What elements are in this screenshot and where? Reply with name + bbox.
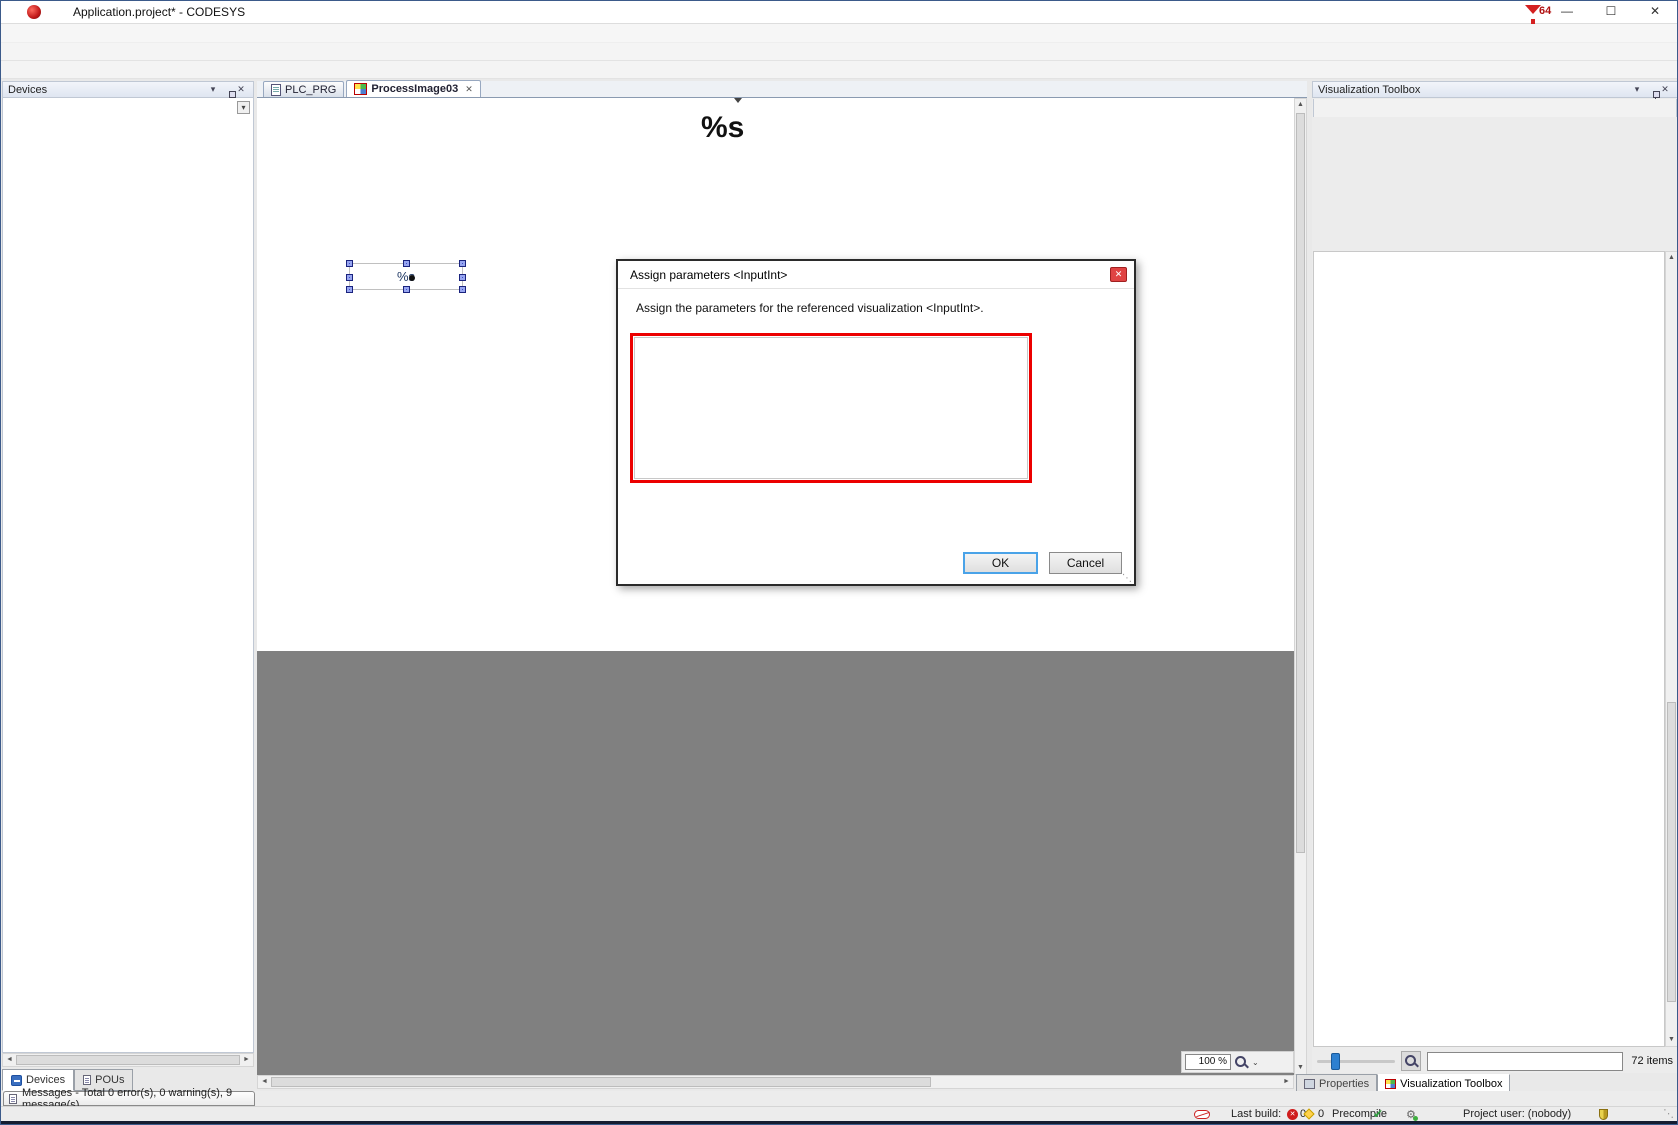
editor-zoom-control: 100 % ⌄: [1181, 1051, 1294, 1073]
close-button[interactable]: ✕: [1633, 1, 1677, 24]
panel-close-icon[interactable]: ✕: [1658, 84, 1672, 95]
editor-horizontal-scrollbar[interactable]: ◄ ►: [257, 1075, 1294, 1089]
ok-button[interactable]: OK: [963, 552, 1038, 574]
search-button[interactable]: [1401, 1051, 1421, 1071]
properties-tab-icon: [1304, 1079, 1315, 1089]
dialog-description: Assign the parameters for the referenced…: [636, 301, 984, 315]
scroll-right-icon[interactable]: ►: [1280, 1076, 1293, 1088]
last-build-label: Last build:: [1231, 1108, 1281, 1120]
resize-handle-nw[interactable]: [346, 260, 353, 267]
toolbox-panel-header: Visualization Toolbox ▾ ✕: [1312, 81, 1678, 98]
element-center-marker: [409, 275, 415, 281]
items-count: 72 items: [1629, 1055, 1673, 1067]
scrollbar-thumb[interactable]: [16, 1055, 240, 1065]
zoom-magnifier-icon[interactable]: [1234, 1055, 1249, 1070]
assign-parameters-dialog: Assign parameters <InputInt> ✕ Assign th…: [616, 259, 1136, 586]
devices-panel-header: Devices ▾ ✕: [2, 81, 254, 98]
codesys-logo-icon: [27, 5, 41, 19]
window-resize-grip[interactable]: ⋱: [1663, 1107, 1674, 1120]
annotation-rectangle-table: [630, 333, 1032, 483]
slider-handle[interactable]: [1331, 1053, 1340, 1070]
panel-close-icon[interactable]: ✕: [234, 84, 248, 95]
resize-handle-se[interactable]: [459, 286, 466, 293]
visualization-toolbox-tab-icon: [1385, 1079, 1396, 1089]
scrollbar-thumb[interactable]: [1296, 113, 1305, 853]
messages-panel-tab[interactable]: Messages - Total 0 error(s), 0 warning(s…: [3, 1091, 255, 1106]
scroll-right-icon[interactable]: ►: [240, 1054, 253, 1066]
resize-handle-w[interactable]: [346, 274, 353, 281]
scroll-down-icon[interactable]: ▼: [1295, 1062, 1306, 1074]
minimize-button[interactable]: —: [1545, 1, 1589, 24]
scroll-up-icon[interactable]: ▲: [1666, 252, 1677, 264]
scrollbar-thumb[interactable]: [271, 1077, 931, 1087]
search-icon: [1404, 1054, 1419, 1069]
zoom-value[interactable]: 100 %: [1185, 1054, 1231, 1070]
parameters-table: [634, 337, 1028, 479]
device-combo-chevron-icon[interactable]: ▾: [237, 101, 250, 114]
dialog-resize-grip[interactable]: ⋱: [1122, 573, 1132, 584]
codesys-window: Application.project* - CODESYS 64 — ☐ ✕ …: [0, 0, 1678, 1125]
devices-tab-icon: [11, 1075, 22, 1086]
bottom-edge-strip: [1, 1121, 1677, 1125]
window-title: Application.project* - CODESYS: [73, 5, 245, 19]
status-bar: Last build: ✕ 0 0 Precompile ✔ ⚙ Project…: [1, 1106, 1677, 1121]
visualization-icon: [354, 83, 367, 95]
visualization-toolbar: [1, 61, 1677, 79]
devices-tree: ▾: [2, 98, 254, 1053]
precompile-ok-icon: ✔: [1373, 1107, 1383, 1121]
toolbox-items-grid: [1313, 251, 1665, 1047]
resize-handle-sw[interactable]: [346, 286, 353, 293]
scroll-left-icon[interactable]: ◄: [258, 1076, 271, 1088]
editor-tab-bar: PLC_PRG ProcessImage03 ✕: [257, 81, 1307, 98]
dialog-close-icon[interactable]: ✕: [1110, 267, 1127, 282]
tab-processimage03[interactable]: ProcessImage03 ✕: [346, 80, 480, 97]
menu-bar: [1, 24, 1677, 43]
security-shield-icon: [1599, 1109, 1608, 1120]
zoom-chevron-icon[interactable]: ⌄: [1252, 1058, 1259, 1067]
project-user: Project user: (nobody): [1463, 1108, 1571, 1120]
resize-handle-e[interactable]: [459, 274, 466, 281]
main-toolbar: [1, 43, 1677, 61]
selected-visualization-element[interactable]: %s: [349, 263, 463, 290]
dialog-title: Assign parameters <InputInt>: [618, 261, 1134, 289]
tab-close-icon[interactable]: ✕: [465, 84, 473, 95]
cancel-button[interactable]: Cancel: [1049, 552, 1122, 574]
cloud-offline-icon: [1194, 1110, 1210, 1119]
error-icon: ✕: [1287, 1109, 1298, 1120]
devices-panel-title: Devices: [8, 84, 47, 96]
visualization-title-text: %s: [701, 111, 744, 145]
toolbox-toolbar: [1313, 99, 1677, 117]
toolbox-vertical-scrollbar[interactable]: ▲ ▼: [1665, 251, 1678, 1047]
resize-handle-ne[interactable]: [459, 260, 466, 267]
maximize-button[interactable]: ☐: [1589, 1, 1633, 24]
panel-menu-chevron-icon[interactable]: ▾: [206, 84, 220, 95]
title-bar: Application.project* - CODESYS 64 — ☐ ✕: [1, 1, 1677, 24]
warning-count: 0: [1318, 1108, 1324, 1120]
icon-size-slider[interactable]: [1317, 1060, 1395, 1063]
compile-gear-icon: ⚙: [1406, 1108, 1416, 1121]
scroll-left-icon[interactable]: ◄: [3, 1054, 16, 1066]
editor-vertical-scrollbar[interactable]: ▲ ▼: [1294, 98, 1307, 1075]
messages-icon: [9, 1094, 17, 1104]
bottom-dock-row: Messages - Total 0 error(s), 0 warning(s…: [1, 1091, 1677, 1106]
devices-horizontal-scrollbar[interactable]: ◄ ►: [2, 1053, 254, 1067]
tab-plc-prg[interactable]: PLC_PRG: [263, 81, 344, 97]
scrollbar-thumb[interactable]: [1667, 702, 1676, 1002]
scroll-down-icon[interactable]: ▼: [1666, 1034, 1677, 1046]
pou-icon: [271, 84, 281, 96]
panel-menu-chevron-icon[interactable]: ▾: [1630, 84, 1644, 95]
toolbox-bottom-bar: 72 items: [1313, 1049, 1677, 1073]
toolbox-panel-title: Visualization Toolbox: [1318, 84, 1420, 96]
pous-tab-icon: [83, 1075, 91, 1085]
scroll-up-icon[interactable]: ▲: [1295, 99, 1306, 111]
splitter-grip-icon[interactable]: [734, 98, 742, 103]
resize-handle-s[interactable]: [403, 286, 410, 293]
resize-handle-n[interactable]: [403, 260, 410, 267]
toolbox-search-input[interactable]: [1427, 1052, 1623, 1071]
